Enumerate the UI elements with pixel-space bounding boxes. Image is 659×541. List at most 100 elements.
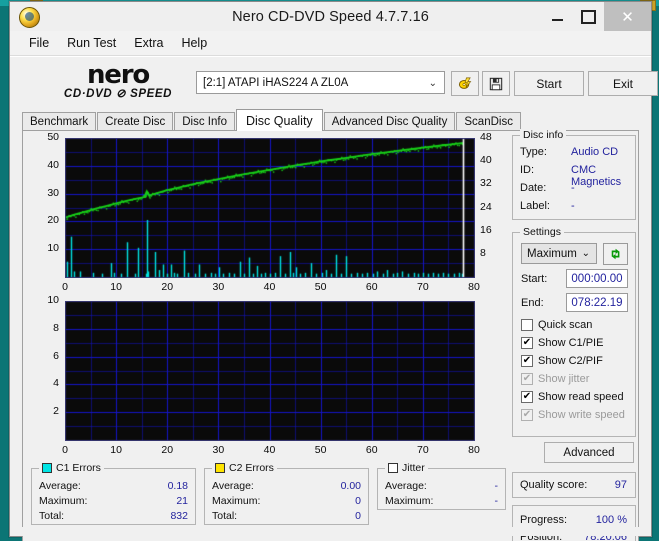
c1-average-label: Average: <box>39 480 81 492</box>
tab-disc-info[interactable]: Disc Info <box>174 112 235 131</box>
menubar: File Run Test Extra Help <box>10 31 651 56</box>
right-column: Disc info Type: Audio CD ID: CMC Magneti… <box>512 129 636 541</box>
c2-errors-title-row: C2 Errors <box>212 462 277 474</box>
y2-tick-label: 16 <box>480 223 492 236</box>
start-button[interactable]: Start <box>514 71 584 96</box>
chevron-down-icon: ⌄ <box>581 248 590 259</box>
checkbox-show-jitter: ✔ Show jitter <box>521 373 589 385</box>
menu-extra[interactable]: Extra <box>125 34 172 52</box>
chart-area: 10 20 30 40 50 8 16 24 32 40 48 0 10 20 30 40 50 60 70 80… <box>27 131 506 525</box>
checkbox-box: ✔ <box>521 391 533 403</box>
x-tick-label: 30 <box>212 281 225 293</box>
tab-create-disc[interactable]: Create Disc <box>97 112 174 131</box>
c2-errors-title: C2 Errors <box>229 462 274 474</box>
tab-advanced-disc-quality[interactable]: Advanced Disc Quality <box>323 112 456 131</box>
menu-run-test[interactable]: Run Test <box>58 34 125 52</box>
y-tick-label: 30 <box>47 186 59 199</box>
quality-score-group: Quality score: 97 <box>512 472 636 498</box>
jitter-color-swatch <box>388 463 398 473</box>
checkbox-show-read-speed[interactable]: ✔ Show read speed <box>521 391 624 403</box>
y2-tick-label: 24 <box>480 200 492 213</box>
save-button[interactable] <box>482 71 510 96</box>
jitter-average-label: Average: <box>385 480 427 492</box>
x-tick-label: 70 <box>417 281 429 293</box>
checkbox-box <box>521 319 533 331</box>
quality-score-value: 97 <box>614 479 627 491</box>
close-button[interactable]: ✕ <box>604 2 651 31</box>
y2-tick-label: 32 <box>480 177 492 190</box>
tab-disc-quality[interactable]: Disc Quality <box>236 109 323 131</box>
checkbox-show-c2-pif[interactable]: ✔ Show C2/PIF <box>521 355 603 367</box>
disc-date-value: - <box>571 182 575 194</box>
y-tick-label: 4 <box>53 377 59 390</box>
disc-info-title: Disc info <box>520 129 567 141</box>
checkbox-label: Show read speed <box>538 391 624 403</box>
c1-total-label: Total: <box>39 510 65 522</box>
c1-errors-group: C1 Errors Average: 0.18 Maximum: 21 Tota… <box>31 462 196 525</box>
y-tick-label: 8 <box>53 321 59 334</box>
x-tick-label: 50 <box>314 444 327 456</box>
toolbar: nero CD·DVD ⊘ SPEED [2:1] ATAPI iHAS224 … <box>20 62 658 107</box>
checkbox-label: Show C1/PIE <box>538 337 604 349</box>
checkbox-quick-scan[interactable]: Quick scan <box>521 319 592 331</box>
jitter-maximum-value: - <box>494 495 499 507</box>
disc-type-value: Audio CD <box>571 146 619 158</box>
checkbox-show-write-speed: ✔ Show write speed <box>521 409 625 421</box>
x-tick-label: 50 <box>314 281 327 293</box>
disc-date-label: Date: <box>520 182 547 194</box>
x-tick-label: 60 <box>365 444 378 456</box>
c1-color-swatch <box>42 463 52 473</box>
tab-benchmark[interactable]: Benchmark <box>22 112 97 131</box>
minimize-button[interactable] <box>542 2 573 31</box>
eject-button[interactable] <box>451 71 479 96</box>
nero-main-window: Nero CD-DVD Speed 4.7.7.16 ✕ File Run Te… <box>9 1 658 541</box>
jitter-title-row: Jitter <box>385 462 428 474</box>
maximize-button[interactable] <box>573 2 604 31</box>
floppy-save-icon <box>489 77 503 90</box>
jitter-title: Jitter <box>402 462 425 474</box>
tab-scandisc[interactable]: ScanDisc <box>456 112 521 131</box>
c2-maximum-label: Maximum: <box>212 495 261 507</box>
refresh-icon <box>611 248 619 260</box>
c2-color-swatch <box>215 463 225 473</box>
settings-group: Settings Maximum ⌄ Start: 000:00.00 End:… <box>512 226 636 437</box>
checkbox-label: Quick scan <box>538 319 593 331</box>
y-tick-label: 2 <box>53 405 59 418</box>
logo-subtitle-text: CD·DVD ⊘ SPEED <box>63 88 173 100</box>
checkbox-label: Show write speed <box>538 409 625 421</box>
x-tick-label: 20 <box>161 444 174 456</box>
window-titlebar: Nero CD-DVD Speed 4.7.7.16 ✕ <box>10 2 651 31</box>
c2-errors-group: C2 Errors Average: 0.00 Maximum: 0 Total… <box>204 462 369 525</box>
desktop-background: Nero CD-DVD Speed 4.7.7.16 ✕ File Run Te… <box>0 0 659 541</box>
checkbox-box: ✔ <box>521 337 533 349</box>
jitter-average-value: - <box>494 480 499 492</box>
c2-total-label: Total: <box>212 510 238 522</box>
drive-select-value: [2:1] ATAPI iHAS224 A ZL0A <box>203 76 349 89</box>
x-tick-label: 30 <box>212 444 225 456</box>
refresh-button[interactable] <box>603 243 628 265</box>
advanced-button[interactable]: Advanced <box>544 442 634 463</box>
disc-info-group: Disc info Type: Audio CD ID: CMC Magneti… <box>512 129 636 220</box>
start-field[interactable]: 000:00.00 <box>566 269 628 288</box>
x-tick-label: 40 <box>263 281 276 293</box>
c1-speed-plot <box>65 138 475 278</box>
checkbox-show-c1-pie[interactable]: ✔ Show C1/PIE <box>521 337 603 349</box>
c2-maximum-value: 0 <box>355 495 361 507</box>
disc-label-value: - <box>571 200 575 212</box>
c1-errors-title: C1 Errors <box>56 462 101 474</box>
x-tick-label: 70 <box>417 444 429 456</box>
end-field[interactable]: 078:22.19 <box>566 293 628 312</box>
menu-file[interactable]: File <box>20 34 58 52</box>
exit-button[interactable]: Exit <box>588 71 658 96</box>
start-label: Start: <box>521 273 548 285</box>
x-tick-label: 80 <box>468 281 480 293</box>
x-tick-label: 10 <box>110 444 122 456</box>
c2-average-value: 0.00 <box>340 480 361 492</box>
menu-help[interactable]: Help <box>172 34 216 52</box>
disc-eject-icon <box>458 77 471 89</box>
speed-select[interactable]: Maximum ⌄ <box>521 243 597 264</box>
end-label: End: <box>521 297 544 309</box>
speed-select-value: Maximum <box>527 247 577 260</box>
status-bar <box>10 527 651 536</box>
drive-select[interactable]: [2:1] ATAPI iHAS224 A ZL0A ⌄ <box>196 71 445 94</box>
